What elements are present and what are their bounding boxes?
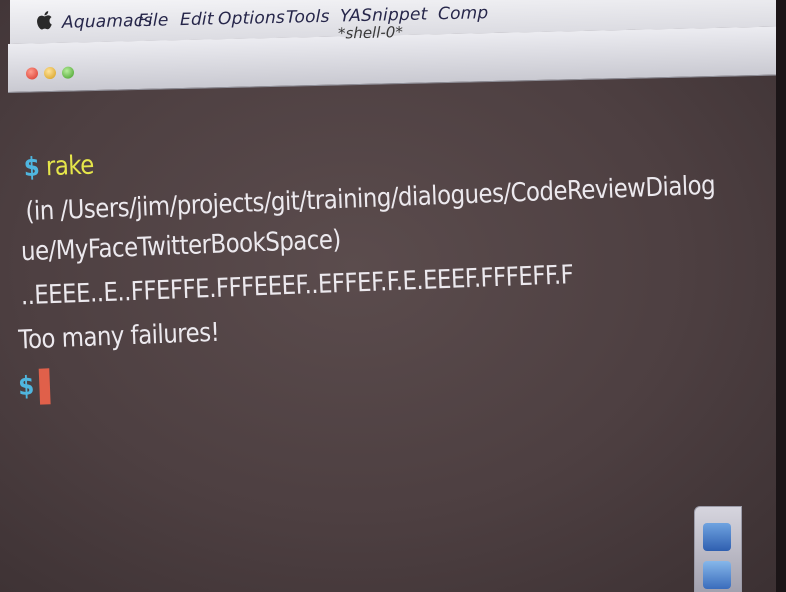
output-path-line-1: (in /Users/jim/projects/git/training/dia… (24, 170, 716, 228)
screen-bezel (776, 0, 786, 592)
shell-buffer[interactable]: $ rake (in /Users/jim/projects/git/train… (0, 90, 786, 420)
text-cursor[interactable] (38, 368, 51, 405)
screen: Aquamacs File Edit Options Tools YASnipp… (0, 0, 786, 592)
prompt-symbol: $ (17, 371, 35, 402)
dock (694, 506, 742, 592)
window-title: *shell-0* (338, 23, 403, 43)
menu-file[interactable]: File (138, 10, 168, 31)
prompt-line-1: $ rake (23, 148, 94, 185)
prompt-symbol: $ (23, 152, 40, 184)
output-test-results: ..EEEE..E..FFEFFE.FFFEEEF..EFFEF.F.E.EEE… (20, 260, 574, 312)
menu-compile[interactable]: Comp (438, 3, 488, 24)
command-text: rake (45, 150, 95, 183)
minimize-icon[interactable] (44, 66, 56, 80)
menu-options[interactable]: Options (218, 8, 285, 30)
close-icon[interactable] (26, 67, 38, 80)
output-path-line-2: ue/MyFaceTwitterBookSpace) (20, 225, 342, 268)
output-message: Too many failures! (17, 317, 220, 356)
menu-tools[interactable]: Tools (286, 7, 330, 28)
finder-icon[interactable] (703, 523, 731, 551)
prompt-line-2: $ (18, 368, 51, 405)
apple-icon[interactable] (36, 10, 53, 30)
menu-edit[interactable]: Edit (180, 9, 214, 30)
zoom-icon[interactable] (62, 66, 74, 79)
app-icon[interactable] (703, 561, 731, 589)
